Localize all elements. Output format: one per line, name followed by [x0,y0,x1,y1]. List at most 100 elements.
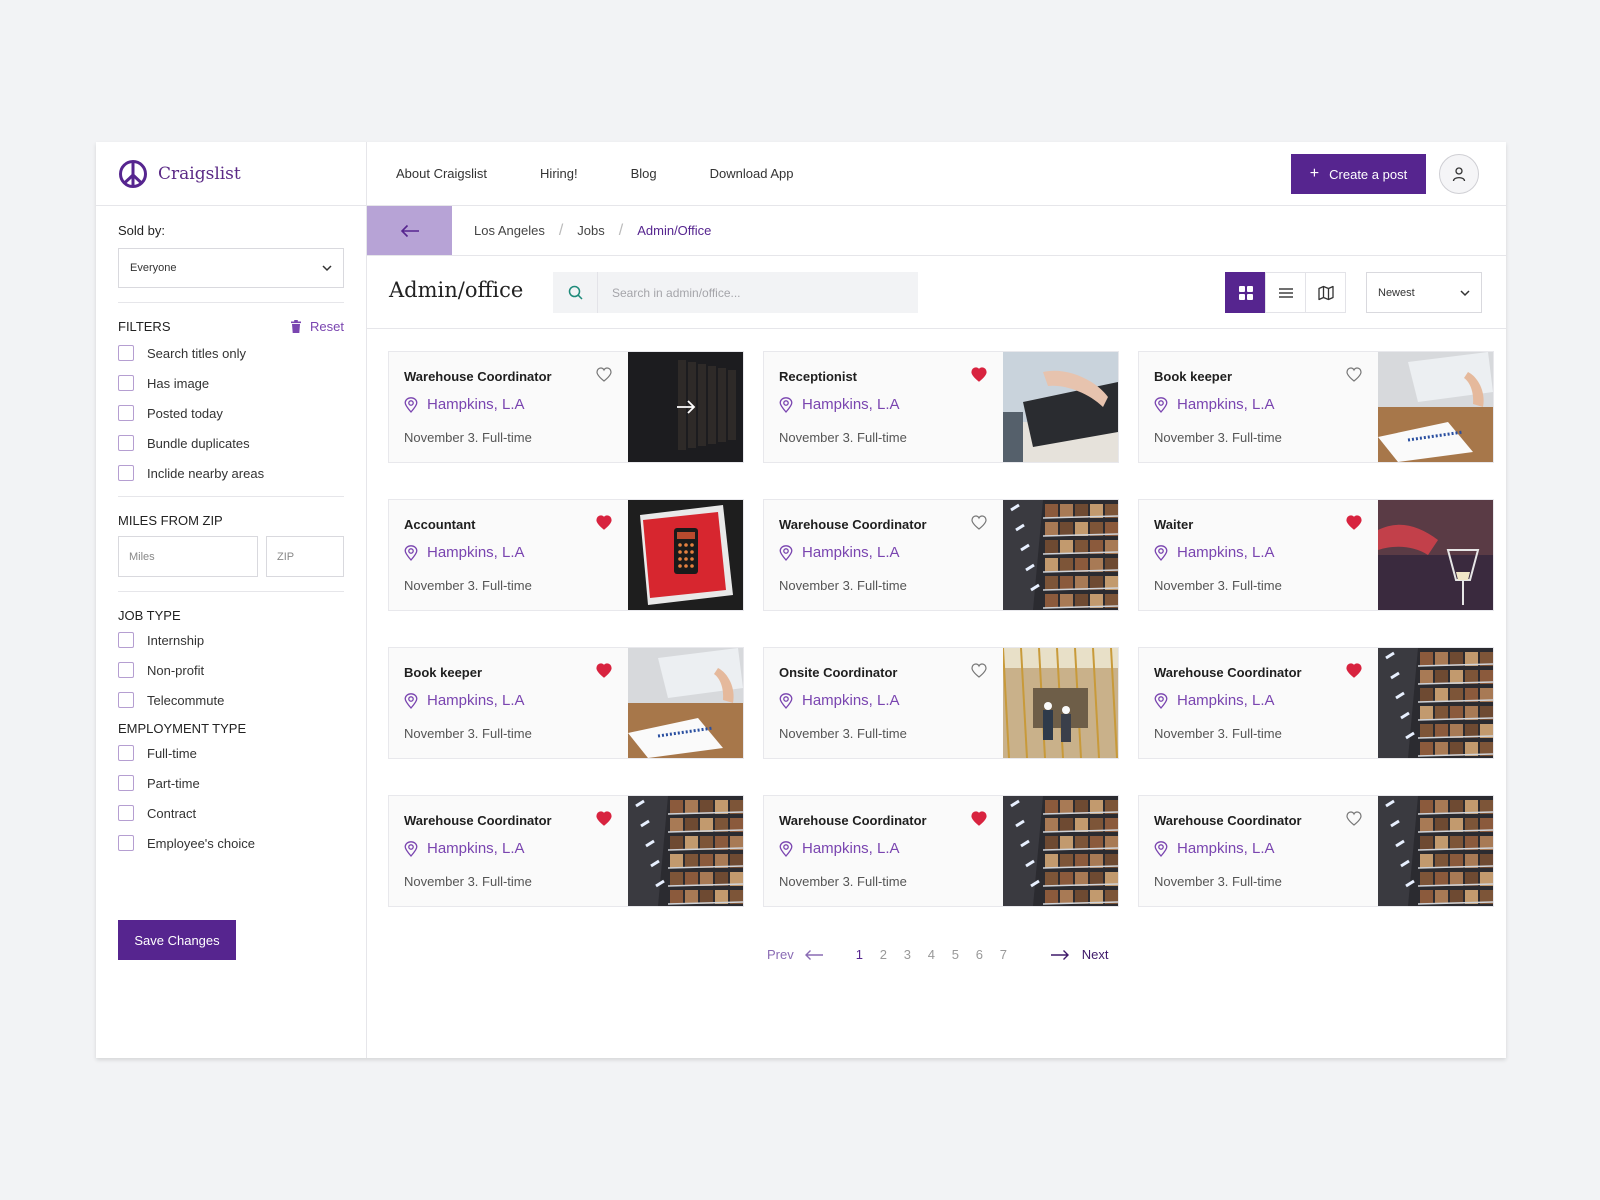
listing-card[interactable]: Warehouse Coordinator Hampkins, L.A Nove… [763,795,1119,907]
divider [118,302,344,303]
nav-about[interactable]: About Craigslist [396,166,487,181]
employment-type-label: Full-time [147,745,197,761]
listing-location: Hampkins, L.A [1154,544,1275,561]
listing-title: Waiter [1154,517,1194,532]
checkbox-box[interactable] [118,632,134,648]
heart-filled-icon[interactable] [1346,663,1362,678]
map-view-button[interactable] [1305,272,1346,313]
checkbox-box[interactable] [118,405,134,421]
listing-meta: November 3. Full-time [404,430,532,445]
list-view-button[interactable] [1265,272,1306,313]
checkbox-box[interactable] [118,775,134,791]
heart-outline-icon[interactable] [971,515,987,530]
filter-checkbox[interactable]: Search titles only [118,338,344,368]
pagination: Prev 1234567 Next [767,947,1108,962]
page-number[interactable]: 6 [976,947,1000,962]
checkbox-box[interactable] [118,465,134,481]
filter-checkbox[interactable]: Has image [118,368,344,398]
heart-filled-icon[interactable] [1346,515,1362,530]
listing-thumbnail [628,648,743,758]
sold-by-select[interactable]: Everyone [118,248,344,288]
checkbox-box[interactable] [118,345,134,361]
checkbox-box[interactable] [118,835,134,851]
heart-filled-icon[interactable] [596,811,612,826]
employment-type-checkbox[interactable]: Part-time [118,768,344,798]
save-changes-button[interactable]: Save Changes [118,920,236,960]
listing-location-text: Hampkins, L.A [1177,544,1275,561]
zip-input[interactable] [266,536,344,577]
back-button[interactable] [367,206,452,255]
logo[interactable]: Craigslist [96,142,366,206]
listing-meta: November 3. Full-time [1154,578,1282,593]
job-type-checkbox[interactable]: Telecommute [118,685,344,715]
listing-image [628,500,743,610]
prev-page-button[interactable]: Prev [767,947,824,962]
grid-view-button[interactable] [1225,272,1266,313]
breadcrumb-jobs[interactable]: Jobs [577,223,604,238]
employment-type-checkbox[interactable]: Contract [118,798,344,828]
checkbox-box[interactable] [118,692,134,708]
heart-filled-icon[interactable] [971,367,987,382]
checkbox-box[interactable] [118,745,134,761]
page-number[interactable]: 2 [880,947,904,962]
listing-location: Hampkins, L.A [779,396,900,413]
listing-card[interactable]: Warehouse Coordinator Hampkins, L.A Nove… [388,351,744,463]
nav-blog[interactable]: Blog [631,166,657,181]
listing-thumbnail [1003,352,1118,462]
listing-card[interactable]: Warehouse Coordinator Hampkins, L.A Nove… [1138,647,1494,759]
heart-filled-icon[interactable] [596,515,612,530]
page-number[interactable]: 4 [928,947,952,962]
page-number[interactable]: 1 [856,947,880,962]
reset-button[interactable]: Reset [290,319,344,334]
breadcrumb-los-angeles[interactable]: Los Angeles [474,223,545,238]
listing-card[interactable]: Warehouse Coordinator Hampkins, L.A Nove… [1138,795,1494,907]
listing-location: Hampkins, L.A [1154,840,1275,857]
heart-outline-icon[interactable] [596,367,612,382]
listing-card[interactable]: Accountant Hampkins, L.A November 3. Ful… [388,499,744,611]
listing-card[interactable]: Receptionist Hampkins, L.A November 3. F… [763,351,1119,463]
filter-checkbox[interactable]: Posted today [118,398,344,428]
page-number[interactable]: 7 [1000,947,1024,962]
filter-checkbox[interactable]: Inclide nearby areas [118,458,344,488]
filter-checkbox[interactable]: Bundle duplicates [118,428,344,458]
heart-outline-icon[interactable] [1346,811,1362,826]
create-post-button[interactable]: + Create a post [1291,154,1426,194]
nav-download-app[interactable]: Download App [710,166,794,181]
employment-type-checkbox[interactable]: Full-time [118,738,344,768]
listing-card[interactable]: Warehouse Coordinator Hampkins, L.A Nove… [763,499,1119,611]
heart-filled-icon[interactable] [596,663,612,678]
checkbox-box[interactable] [118,435,134,451]
reset-label: Reset [310,319,344,334]
sort-value: Newest [1378,286,1415,299]
listing-location-text: Hampkins, L.A [802,396,900,413]
search-input[interactable] [598,272,918,313]
heart-filled-icon[interactable] [971,811,987,826]
job-type-checkbox[interactable]: Internship [118,625,344,655]
listing-title: Onsite Coordinator [779,665,898,680]
listing-location-text: Hampkins, L.A [1177,692,1275,709]
job-type-list: Internship Non-profit Telecommute [118,625,344,715]
checkbox-box[interactable] [118,375,134,391]
user-avatar-button[interactable] [1439,154,1479,194]
page-number[interactable]: 5 [952,947,976,962]
nav-hiring[interactable]: Hiring! [540,166,578,181]
listing-card[interactable]: Waiter Hampkins, L.A November 3. Full-ti… [1138,499,1494,611]
heart-outline-icon[interactable] [971,663,987,678]
location-pin-icon [779,396,793,413]
miles-input[interactable] [118,536,258,577]
listing-title: Warehouse Coordinator [1154,665,1302,680]
checkbox-box[interactable] [118,805,134,821]
listing-card[interactable]: Book keeper Hampkins, L.A November 3. Fu… [388,647,744,759]
checkbox-box[interactable] [118,662,134,678]
next-page-button[interactable]: Next [1050,947,1108,962]
employment-type-checkbox[interactable]: Employee's choice [118,828,344,858]
listing-card[interactable]: Warehouse Coordinator Hampkins, L.A Nove… [388,795,744,907]
job-type-checkbox[interactable]: Non-profit [118,655,344,685]
listing-location-text: Hampkins, L.A [427,544,525,561]
listing-card[interactable]: Book keeper Hampkins, L.A November 3. Fu… [1138,351,1494,463]
sort-select[interactable]: Newest [1366,272,1482,313]
listing-card[interactable]: Onsite Coordinator Hampkins, L.A Novembe… [763,647,1119,759]
heart-outline-icon[interactable] [1346,367,1362,382]
listing-image [1378,352,1493,462]
page-number[interactable]: 3 [904,947,928,962]
